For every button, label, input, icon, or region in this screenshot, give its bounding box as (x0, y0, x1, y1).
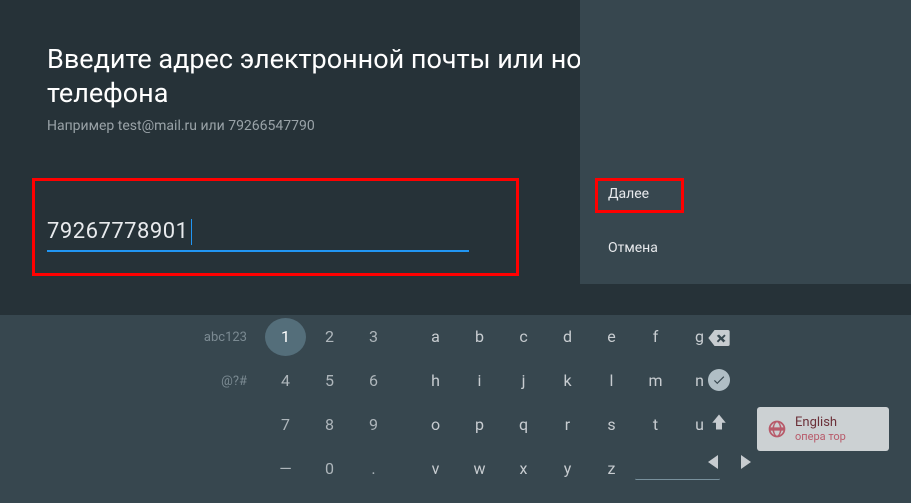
key-b[interactable]: b (459, 318, 500, 356)
key-x[interactable]: x (503, 450, 544, 488)
arrow-left-key[interactable] (698, 443, 728, 481)
key-h[interactable]: h (415, 362, 456, 400)
enter-key[interactable] (698, 361, 739, 399)
key-s[interactable]: s (591, 406, 632, 444)
key-k[interactable]: k (547, 362, 588, 400)
key-v[interactable]: v (415, 450, 456, 488)
keyboard-mode-label[interactable]: @?# (0, 374, 265, 389)
key-1[interactable]: 1 (265, 318, 306, 356)
shift-key[interactable] (698, 403, 739, 441)
key-p[interactable]: p (459, 406, 500, 444)
key-.[interactable]: . (353, 450, 394, 488)
key-8[interactable]: 8 (309, 406, 350, 444)
key-t[interactable]: t (635, 406, 676, 444)
keyboard-mode-label[interactable]: abc123 (0, 330, 265, 345)
text-cursor (191, 219, 192, 245)
keyboard-action-column (698, 319, 761, 487)
key-5[interactable]: 5 (309, 362, 350, 400)
key-z[interactable]: z (591, 450, 632, 488)
key-0[interactable]: 0 (309, 450, 350, 488)
key-i[interactable]: i (459, 362, 500, 400)
key-6[interactable]: 6 (353, 362, 394, 400)
side-panel: Далее Отмена (580, 0, 911, 284)
key-q[interactable]: q (503, 406, 544, 444)
backspace-key[interactable] (698, 319, 739, 357)
input-underline (47, 250, 469, 252)
key-o[interactable]: o (415, 406, 456, 444)
login-input[interactable]: 79267778901 (47, 219, 470, 245)
key-d[interactable]: d (547, 318, 588, 356)
cancel-button[interactable]: Отмена (608, 240, 658, 256)
input-value: 79267778901 (47, 219, 189, 244)
key-9[interactable]: 9 (353, 406, 394, 444)
check-icon (708, 369, 730, 391)
language-sublabel: опера тор (795, 430, 846, 443)
key-e[interactable]: e (591, 318, 632, 356)
key-m[interactable]: m (635, 362, 676, 400)
hint-text: Например test@mail.ru или 79266547790 (47, 118, 315, 134)
key-y[interactable]: y (547, 450, 588, 488)
language-badge[interactable]: English опера тор (757, 407, 889, 451)
key-c[interactable]: c (503, 318, 544, 356)
key-3[interactable]: 3 (353, 318, 394, 356)
key-f[interactable]: f (635, 318, 676, 356)
key-w[interactable]: w (459, 450, 500, 488)
key-r[interactable]: r (547, 406, 588, 444)
key-7[interactable]: 7 (265, 406, 306, 444)
key-a[interactable]: a (415, 318, 456, 356)
nav-keys (698, 445, 761, 483)
key-l[interactable]: l (591, 362, 632, 400)
key-j[interactable]: j (503, 362, 544, 400)
key-—[interactable]: — (265, 450, 306, 488)
globe-icon (767, 419, 787, 439)
key-2[interactable]: 2 (309, 318, 350, 356)
key-4[interactable]: 4 (265, 362, 306, 400)
language-label: English (795, 416, 846, 430)
next-button[interactable]: Далее (608, 186, 649, 202)
